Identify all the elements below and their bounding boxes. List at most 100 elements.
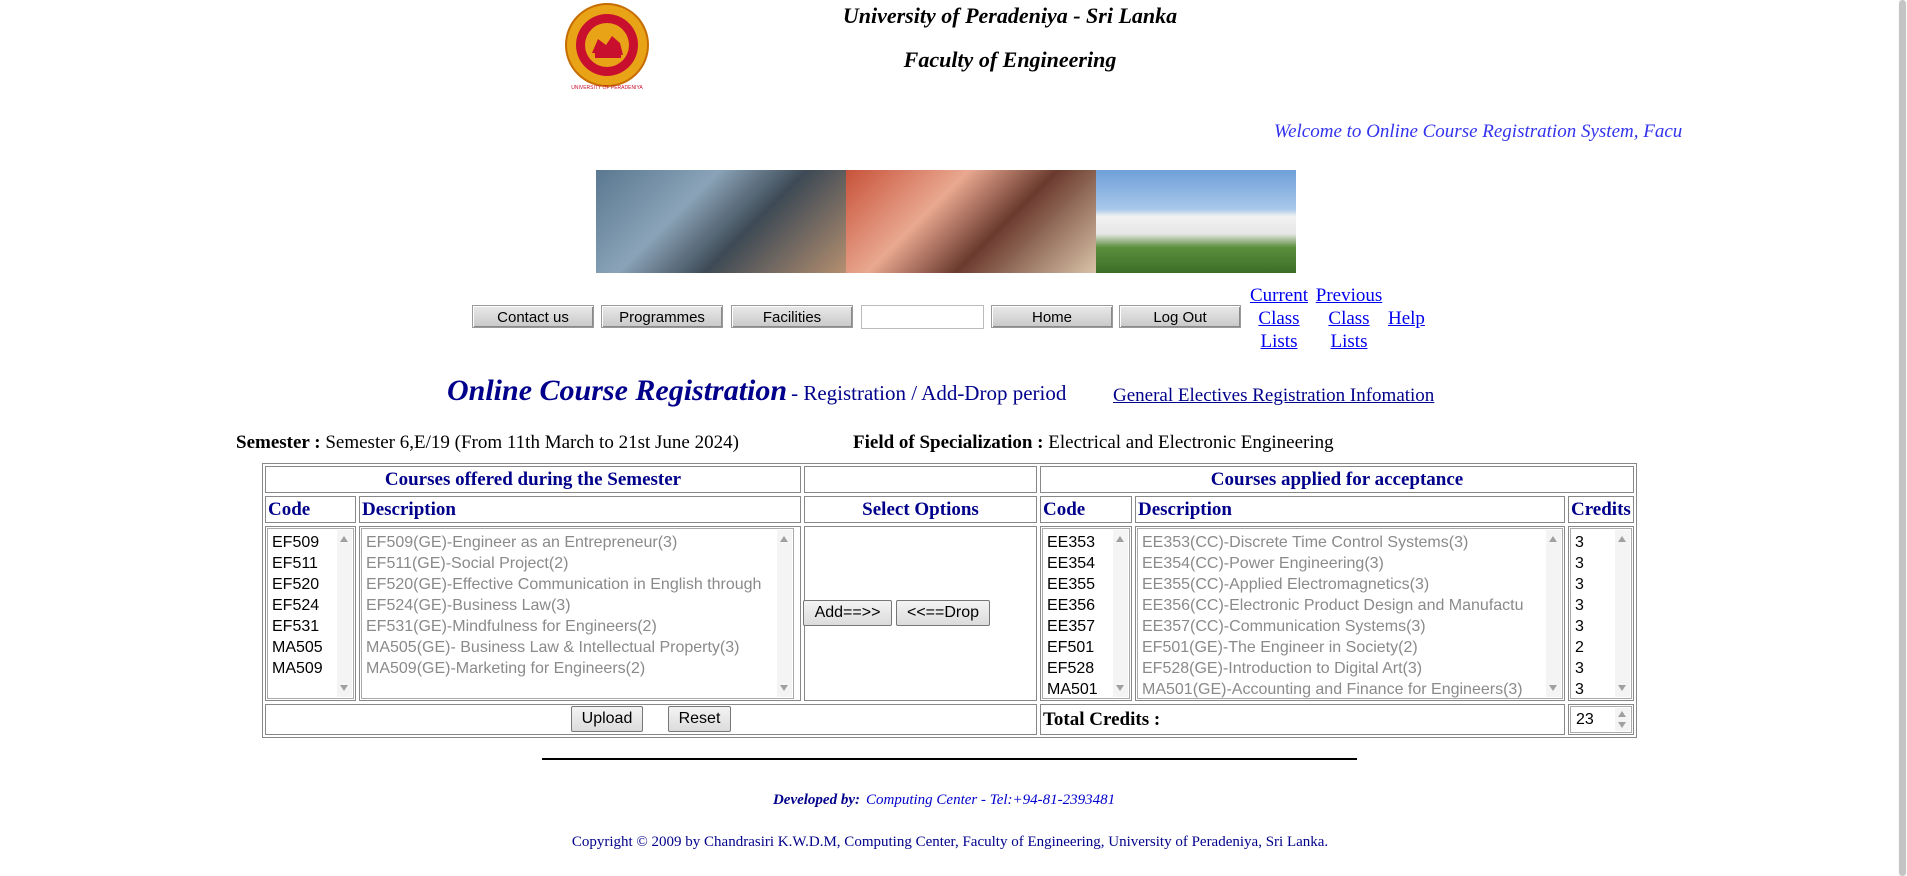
scroll-down-arrow-icon[interactable] — [340, 685, 348, 691]
offered-description-list[interactable]: EF509(GE)-Engineer as an Entrepreneur(3)… — [361, 528, 794, 699]
applied-description-option[interactable]: MA501(GE)-Accounting and Finance for Eng… — [1142, 679, 1544, 698]
applied-code-option[interactable]: EE356 — [1047, 595, 1111, 616]
total-credits-field[interactable]: 23 — [1570, 706, 1632, 733]
applied-description-scrollbar[interactable] — [1546, 530, 1561, 697]
offered-description-option[interactable]: EF524(GE)-Business Law(3) — [366, 595, 775, 616]
copyright-notice: Copyright © 2009 by Chandrasiri K.W.D.M,… — [571, 834, 1329, 850]
form-actions-cell — [265, 704, 1037, 735]
offered-description-option[interactable]: MA505(GE)- Business Law & Intellectual P… — [366, 637, 775, 658]
credits-list[interactable]: 33333233 — [1570, 528, 1632, 699]
applied-description-list[interactable]: EE353(CC)-Discrete Time Control Systems(… — [1137, 528, 1563, 699]
offered-code-option[interactable]: EF509 — [272, 532, 335, 553]
facilities-button[interactable]: Facilities — [731, 305, 853, 328]
offered-code-option[interactable]: MA509 — [272, 658, 335, 679]
applied-code-option[interactable]: EF528 — [1047, 658, 1111, 679]
offered-code-option[interactable]: EF520 — [272, 574, 335, 595]
developed-by-label: Developed by: — [772, 792, 860, 808]
previous-class-lists-line1: Previous — [1315, 285, 1383, 306]
credit-value-option[interactable]: 3 — [1575, 658, 1613, 679]
applied-description-option[interactable]: EE353(CC)-Discrete Time Control Systems(… — [1142, 532, 1544, 553]
offered-code-scrollbar[interactable] — [337, 530, 352, 697]
applied-code-list[interactable]: EE353 EE354 EE355 EE356 EE357 EF501 EF528 MA501 — [1042, 528, 1130, 699]
applied-code-option[interactable]: EE355 — [1047, 574, 1111, 595]
specialization-label: Field of Specialization : — [853, 432, 1044, 453]
offered-description-option[interactable]: EF511(GE)-Social Project(2) — [366, 553, 775, 574]
applied-description-option[interactable]: EE354(CC)-Power Engineering(3) — [1142, 553, 1544, 574]
credit-value-option[interactable]: 3 — [1575, 532, 1613, 553]
reset-button[interactable]: Reset — [668, 706, 731, 732]
contact-us-button[interactable]: Contact us — [472, 305, 594, 328]
programmes-button[interactable]: Programmes — [601, 305, 723, 328]
scroll-down-arrow-icon[interactable] — [1618, 685, 1626, 691]
home-button[interactable]: Home — [991, 305, 1113, 328]
scroll-up-arrow-icon[interactable] — [1116, 536, 1124, 542]
spinner-arrows-icon[interactable] — [1615, 708, 1630, 731]
scroll-down-arrow-icon[interactable] — [1116, 685, 1124, 691]
specialization-value: Electrical and Electronic Engineering — [1048, 432, 1334, 453]
scroll-up-arrow-icon[interactable] — [340, 536, 348, 542]
spinner-down-arrow-icon[interactable] — [1618, 722, 1626, 728]
logo-caption: UNIVERSITY OF PERADENIYA — [571, 85, 643, 91]
applied-description-option[interactable]: EE356(CC)-Electronic Product Design and … — [1142, 595, 1544, 616]
offered-description-option[interactable]: EF520(GE)-Effective Communication in Eng… — [366, 574, 775, 595]
general-electives-link[interactable]: General Electives Registration Infomatio… — [1113, 385, 1434, 407]
add-course-button[interactable]: Add==>> — [803, 600, 892, 626]
scroll-up-arrow-icon[interactable] — [1618, 536, 1626, 542]
offered-description-option[interactable]: EF531(GE)-Mindfulness for Engineers(2) — [366, 616, 775, 637]
applied-code-option[interactable]: MA501 — [1047, 679, 1111, 698]
offered-code-option[interactable]: EF524 — [272, 595, 335, 616]
upload-button[interactable]: Upload — [571, 706, 643, 732]
page-scrollbar-thumb[interactable] — [1899, 0, 1906, 876]
scroll-down-arrow-icon[interactable] — [780, 685, 788, 691]
banner-photo-building — [1096, 170, 1296, 273]
offered-code-list[interactable]: EF509 EF511 EF520 EF524 EF531 MA505 MA509 — [267, 528, 354, 699]
credit-value-option[interactable]: 3 — [1575, 595, 1613, 616]
applied-description-option[interactable]: EE355(CC)-Applied Electromagnetics(3) — [1142, 574, 1544, 595]
applied-code-header: Code — [1040, 496, 1132, 523]
banner-photo-lab — [846, 170, 1096, 273]
select-options-header: Select Options — [804, 496, 1037, 523]
page-subtitle: - Registration / Add-Drop period — [791, 381, 1067, 405]
previous-class-lists-link[interactable]: Previous Class Lists — [1313, 284, 1385, 353]
applied-code-option[interactable]: EE357 — [1047, 616, 1111, 637]
offered-description-scrollbar[interactable] — [777, 530, 792, 697]
offered-description-option[interactable]: MA509(GE)-Marketing for Engineers(2) — [366, 658, 775, 679]
scroll-down-arrow-icon[interactable] — [1549, 685, 1557, 691]
credit-value-option[interactable]: 3 — [1575, 616, 1613, 637]
logout-button[interactable]: Log Out — [1119, 305, 1241, 328]
credits-scrollbar[interactable] — [1615, 530, 1630, 697]
applied-description-option[interactable]: EF528(GE)-Introduction to Digital Art(3) — [1142, 658, 1544, 679]
applied-code-scrollbar[interactable] — [1113, 530, 1128, 697]
page-title: Online Course Registration — [447, 374, 788, 407]
offered-code-option[interactable]: EF531 — [272, 616, 335, 637]
footer-divider — [542, 758, 1357, 760]
broken-image-placeholder — [861, 305, 984, 329]
credit-value-option[interactable]: 2 — [1575, 637, 1613, 658]
welcome-marquee: Welcome to Online Course Registration Sy… — [1274, 121, 1683, 142]
credit-value-option[interactable]: 3 — [1575, 574, 1613, 595]
options-heading-blank — [804, 466, 1037, 493]
credit-value-option[interactable]: 3 — [1575, 679, 1613, 698]
total-credits-label: Total Credits : — [1040, 704, 1565, 735]
help-link[interactable]: Help — [1388, 307, 1425, 330]
page-headline: Online Course Registration - Registratio… — [447, 374, 1066, 408]
credits-header: Credits — [1568, 496, 1634, 523]
offered-description-option[interactable]: EF509(GE)-Engineer as an Entrepreneur(3) — [366, 532, 775, 553]
scroll-up-arrow-icon[interactable] — [780, 536, 788, 542]
applied-code-option[interactable]: EE353 — [1047, 532, 1111, 553]
previous-class-lists-line2: Class — [1328, 308, 1370, 329]
applied-code-option[interactable]: EF501 — [1047, 637, 1111, 658]
applied-description-option[interactable]: EE357(CC)-Communication Systems(3) — [1142, 616, 1544, 637]
current-class-lists-link[interactable]: Current Class Lists — [1248, 284, 1310, 353]
current-class-lists-line1: Current — [1249, 285, 1309, 306]
offered-code-option[interactable]: MA505 — [272, 637, 335, 658]
university-logo: UNIVERSITY OF PERADENIYA — [562, 3, 652, 93]
scroll-up-arrow-icon[interactable] — [1549, 536, 1557, 542]
spinner-up-arrow-icon[interactable] — [1618, 711, 1626, 717]
drop-course-button[interactable]: <<==Drop — [896, 600, 990, 626]
applied-description-option[interactable]: EF501(GE)-The Engineer in Society(2) — [1142, 637, 1544, 658]
applied-code-option[interactable]: EE354 — [1047, 553, 1111, 574]
credit-value-option[interactable]: 3 — [1575, 553, 1613, 574]
offered-code-option[interactable]: EF511 — [272, 553, 335, 574]
faculty-title: Faculty of Engineering — [903, 47, 1117, 72]
